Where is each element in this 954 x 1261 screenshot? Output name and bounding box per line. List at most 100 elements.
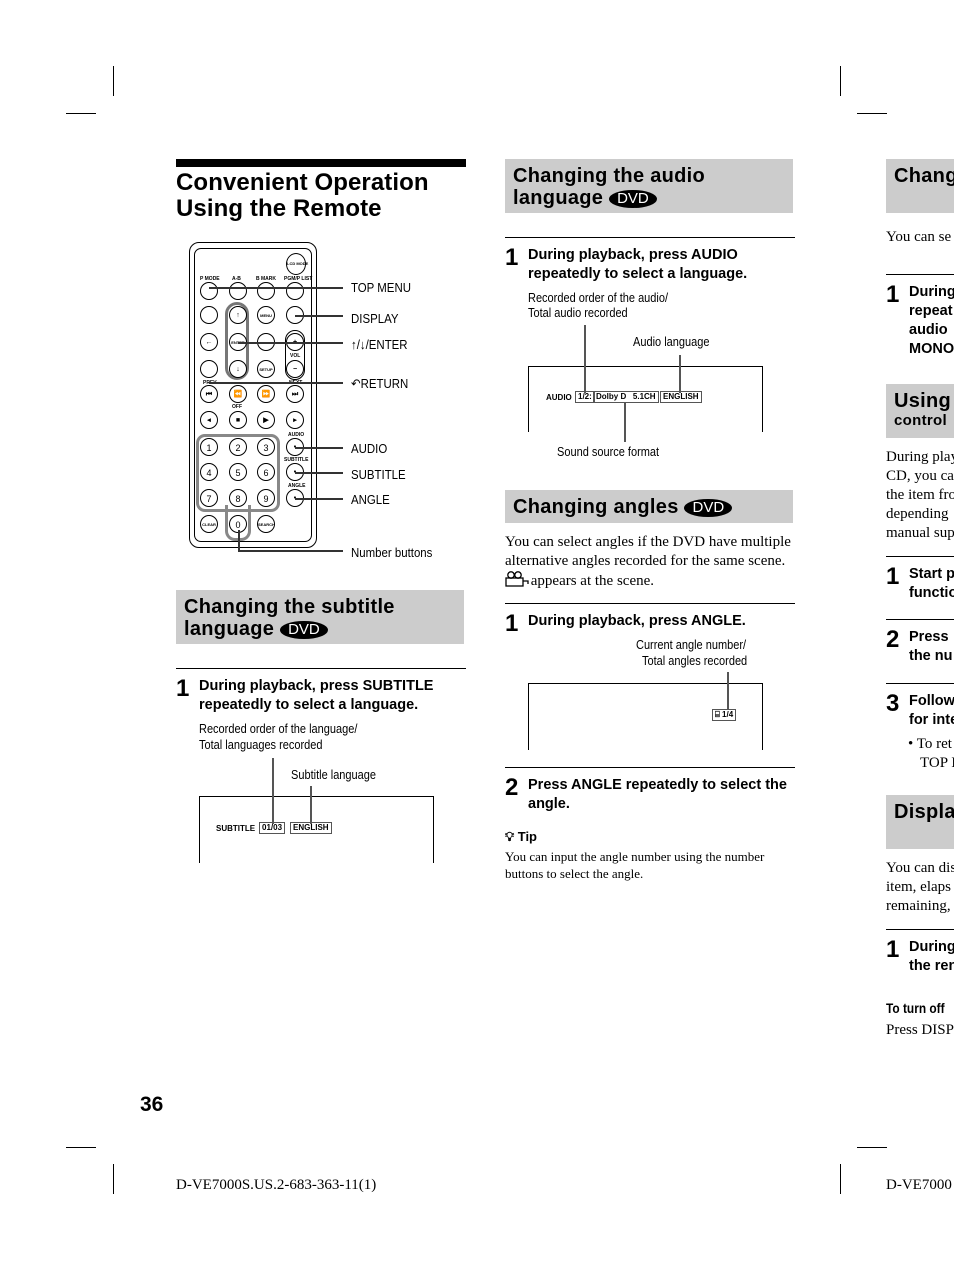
subtitle-section-heading: Changing the subtitle language DVD: [176, 590, 464, 644]
footer-code-left: D-VE7000S.US.2-683-363-11(1): [176, 1177, 377, 1193]
osd-angle: ⌸ 1/4: [712, 709, 737, 721]
dvd-badge: DVD: [280, 621, 328, 639]
step-instruction: Press ANGLE repeatedly to select the ang…: [528, 777, 787, 812]
pgm-p-list-button: [286, 282, 304, 300]
leader-line: [310, 786, 312, 824]
number-button-7: 7: [200, 489, 218, 507]
crop-mark: [840, 1164, 841, 1194]
leader-line: [679, 355, 681, 393]
step-number: 1: [886, 563, 900, 590]
footer-right-clip: D-VE7000: [886, 1176, 954, 1198]
text-line: depending: [886, 506, 949, 522]
vol-label: VOL: [290, 353, 301, 359]
step-line: During: [909, 939, 954, 955]
number-button-4: 4: [200, 463, 218, 481]
number-button-3: 3: [257, 438, 275, 456]
number-label: 2: [235, 443, 241, 453]
crop-mark: [66, 113, 96, 114]
step-number: 1: [505, 610, 519, 637]
callout-line: [295, 315, 343, 317]
callout-line: [238, 550, 343, 552]
clear-label: CLEAR: [202, 522, 216, 527]
annotation-order: Recorded order of the audio/: [528, 291, 669, 305]
step-line: the ren: [909, 958, 954, 974]
callout-line: [238, 342, 343, 344]
crop-mark: [857, 113, 887, 114]
leader-line: [272, 758, 274, 824]
osd-subtitle-language: ENGLISH: [290, 822, 332, 834]
osd-audio-order: 1/2:: [575, 391, 595, 403]
step-number: 3: [886, 690, 900, 717]
step-line: the nu: [909, 648, 953, 664]
crop-mark: [113, 1164, 114, 1194]
step-number: 1: [505, 244, 519, 271]
b-mark-button: [257, 282, 275, 300]
leader-line: [727, 672, 729, 710]
crop-mark: [857, 1147, 887, 1148]
right-subheading: To turn off: [886, 1000, 945, 1016]
step-divider: [505, 603, 795, 604]
number-label: 9: [263, 494, 269, 504]
number-button-8: 8: [229, 489, 247, 507]
text-line: CD, you ca: [886, 468, 954, 484]
setup-label: SETUP: [259, 367, 273, 372]
osd-audio-language: ENGLISH: [660, 391, 702, 403]
step-line: Follow: [909, 693, 954, 709]
up-arrow-button: ↑: [229, 306, 247, 324]
text-line: the item fro: [886, 487, 954, 503]
right-text-3: You can dis item, elaps remaining,: [886, 859, 954, 916]
menu-label: MENU: [260, 313, 272, 318]
menu-button: MENU: [257, 306, 275, 324]
rewind-button: ⏪: [229, 385, 247, 403]
a-b-button: [229, 282, 247, 300]
angle-intro: You can select angles if the DVD have mu…: [505, 533, 793, 591]
step-line: Start p: [909, 566, 954, 582]
lcd-mode-label: LCD MODE: [287, 261, 309, 266]
right-column: Chang outpu You can se 1 During repeat a…: [886, 0, 954, 1261]
step-line: repeat: [909, 303, 953, 319]
step-divider: [886, 929, 954, 930]
callout-line: [295, 472, 343, 474]
number-button-1: 1: [200, 438, 218, 456]
step-number: 2: [886, 626, 900, 653]
step-divider: [886, 619, 954, 620]
step-divider: [505, 767, 795, 768]
angle-intro-text: You can select angles if the DVD have mu…: [505, 534, 791, 569]
stop-button: ■: [229, 411, 247, 429]
bullet-line: TOP I: [920, 755, 954, 771]
top-menu-button: [200, 306, 218, 324]
callout-top-menu: TOP MENU: [351, 280, 411, 295]
leader-line: [584, 325, 586, 393]
step-line: for inte: [909, 712, 954, 728]
audio-section-heading: Changing the audio language DVD: [505, 159, 793, 213]
right-step: During the ren: [909, 938, 954, 976]
right-heading-3-text: Displa inform: [894, 801, 954, 823]
number-label: 7: [206, 494, 212, 504]
clear-button: CLEAR: [200, 515, 218, 533]
osd-audio-format: Dolby D 5.1CH: [593, 391, 659, 403]
annotation-language: Audio language: [633, 335, 710, 349]
number-label: 4: [206, 468, 212, 478]
tip-text: You can input the angle number using the…: [505, 849, 765, 881]
right-text-1: You can se: [886, 229, 952, 245]
step-line: During: [909, 284, 954, 300]
leader-line: [624, 402, 626, 442]
return-callout-text: RETURN: [360, 376, 409, 391]
tip-heading: 💡︎ Tip: [505, 829, 537, 845]
number-label: 3: [263, 443, 269, 453]
right-heading-3: Displa inform: [886, 795, 954, 849]
text-line: You can dis: [886, 860, 954, 876]
step-divider: [505, 237, 795, 238]
callout-line: [209, 382, 343, 384]
text-line: manual sup: [886, 525, 954, 541]
right-sub-text: Press DISP: [886, 1022, 954, 1038]
annotation-format: Sound source format: [557, 445, 660, 459]
prev-button: ⏮: [200, 385, 218, 403]
step-divider: [886, 556, 954, 557]
annotation-current: Current angle number/: [636, 638, 747, 652]
bullet-line: • To ret: [908, 736, 952, 752]
step-number: 1: [886, 281, 900, 308]
dvd-badge: DVD: [684, 499, 733, 517]
osd-audio-label: AUDIO: [546, 393, 572, 402]
right-step: Follow for inte: [909, 692, 954, 730]
